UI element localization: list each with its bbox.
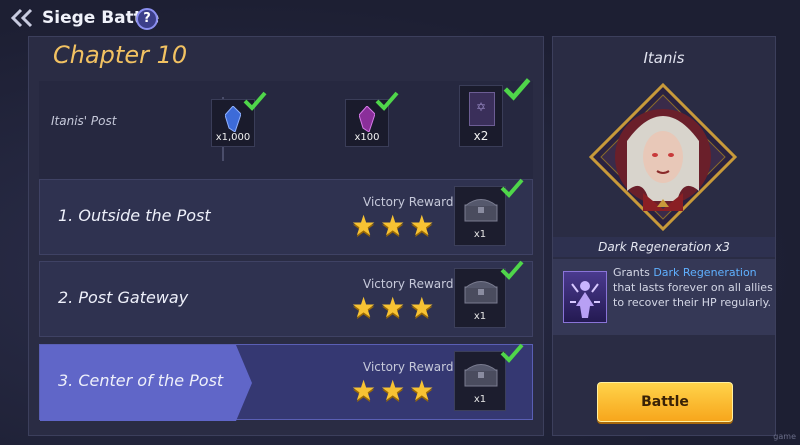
help-button[interactable]: ? xyxy=(136,8,158,30)
skill-desc-text: that lasts forever on all allies to reco… xyxy=(613,281,773,309)
skill-keyword: Dark Regeneration xyxy=(653,266,757,279)
star-icon: ★ xyxy=(351,374,377,407)
reward-qty: x100 xyxy=(354,132,380,143)
victory-reward-item[interactable]: x1 xyxy=(454,186,506,246)
skill-description: Grants Dark Regeneration that lasts fore… xyxy=(613,265,773,310)
victory-reward-label: Victory Reward xyxy=(363,277,454,291)
star-icon: ★ xyxy=(351,209,377,242)
reward-qty: x2 xyxy=(473,129,489,143)
stage-row-1[interactable]: 1. Outside the Post Victory Reward ★ ★ ★… xyxy=(39,178,533,255)
check-icon xyxy=(375,91,399,111)
chapter-title: Chapter 10 xyxy=(53,41,188,69)
star-icon: ★ xyxy=(409,374,435,407)
boss-portrait-image xyxy=(588,82,738,232)
check-icon xyxy=(500,260,524,280)
chest-icon xyxy=(463,279,499,305)
check-icon xyxy=(500,343,524,363)
star-icon: ★ xyxy=(380,209,406,242)
boss-panel: Itanis Dark Regeneration x3 Grants Dark … xyxy=(552,36,776,436)
blue-gem-icon xyxy=(225,106,241,132)
skill-title: Dark Regeneration x3 xyxy=(553,237,775,257)
reward-qty: x1 xyxy=(473,311,487,322)
star-icon: ★ xyxy=(409,291,435,324)
reward-qty: x1 xyxy=(473,229,487,240)
stage-row-2[interactable]: 2. Post Gateway Victory Reward ★ ★ ★ x1 xyxy=(39,260,533,337)
spellbook-icon xyxy=(469,92,495,126)
boss-name: Itanis xyxy=(643,49,685,67)
purple-gem-icon xyxy=(359,106,375,132)
star-rating: ★ ★ ★ xyxy=(351,293,434,323)
star-rating: ★ ★ ★ xyxy=(351,211,434,241)
victory-reward-item[interactable]: x1 xyxy=(454,351,506,411)
post-label: Itanis' Post xyxy=(51,114,117,128)
star-icon: ★ xyxy=(351,291,377,324)
stage-row-3[interactable]: 3. Center of the Post Victory Reward ★ ★… xyxy=(39,343,533,421)
victory-reward-item[interactable]: x1 xyxy=(454,268,506,328)
back-button[interactable] xyxy=(8,6,38,30)
victory-reward-label: Victory Reward xyxy=(363,195,454,209)
chest-icon xyxy=(463,362,499,388)
boss-portrait xyxy=(587,81,739,233)
stage-panel: Chapter 10 Itanis' Post x1,000 x100 x2 xyxy=(28,36,544,436)
watermark: game xyxy=(773,432,796,441)
double-chevron-left-icon xyxy=(10,8,33,28)
star-icon: ★ xyxy=(380,291,406,324)
chest-icon xyxy=(463,197,499,223)
stage-name: 2. Post Gateway xyxy=(58,288,189,307)
check-icon xyxy=(243,91,267,111)
skill-desc-text: Grants xyxy=(613,266,654,279)
stage-name: 3. Center of the Post xyxy=(58,371,224,390)
star-icon: ★ xyxy=(409,209,435,242)
skill-info: Grants Dark Regeneration that lasts fore… xyxy=(553,259,775,335)
victory-reward-label: Victory Reward xyxy=(363,360,454,374)
star-rating: ★ ★ ★ xyxy=(351,376,434,406)
dark-regeneration-icon xyxy=(563,271,607,323)
post-reward-3[interactable]: x2 xyxy=(459,85,503,147)
battle-button[interactable]: Battle xyxy=(597,382,733,422)
reward-qty: x1 xyxy=(473,394,487,405)
top-bar: Siege Battle ? xyxy=(0,0,800,36)
check-icon xyxy=(503,77,531,101)
check-icon xyxy=(500,178,524,198)
stage-name: 1. Outside the Post xyxy=(58,206,211,225)
star-icon: ★ xyxy=(380,374,406,407)
reward-qty: x1,000 xyxy=(215,132,251,143)
